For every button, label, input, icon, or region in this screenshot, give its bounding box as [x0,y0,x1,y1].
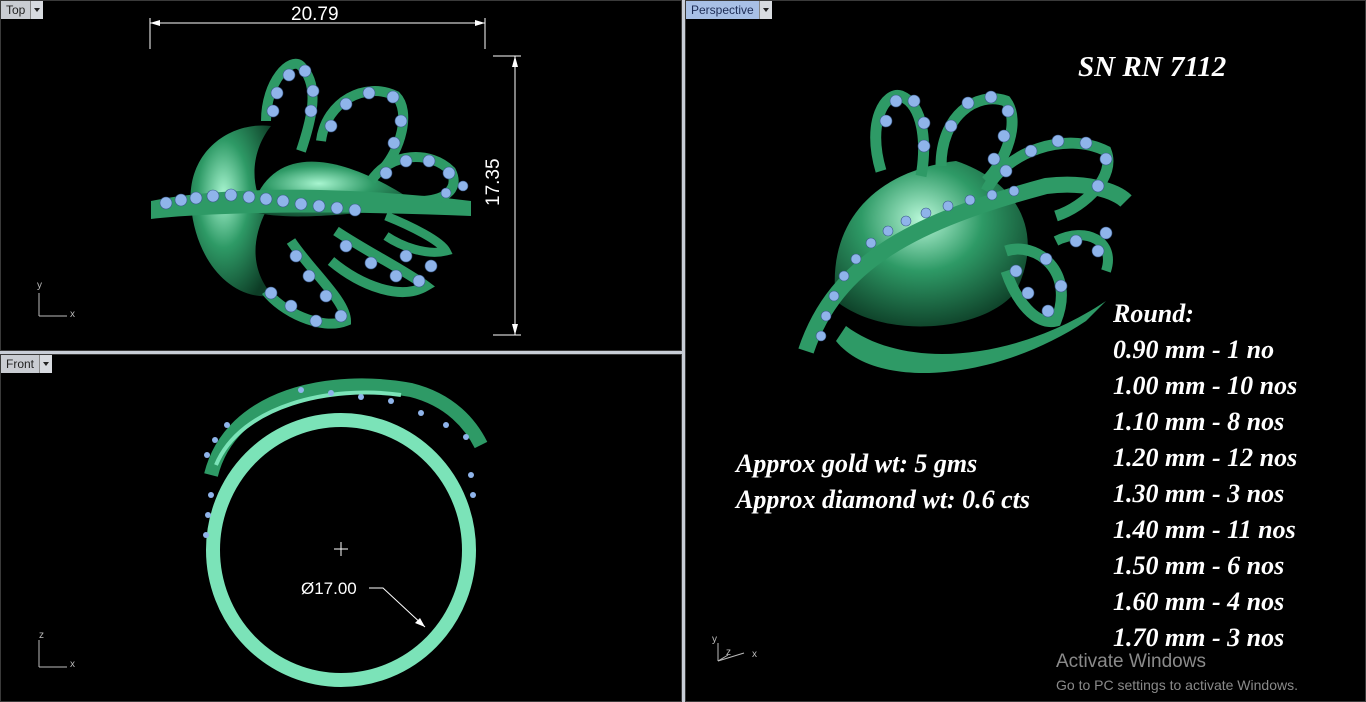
top-viewport[interactable]: Top 20.79 17.35 y x [0,0,682,351]
top-axis-x-label: x [70,309,75,320]
front-axis-z-label: z [39,630,44,641]
activation-watermark-subtitle: Go to PC settings to activate Windows. [1056,677,1298,693]
front-view-ring-drawing [38,378,488,687]
top-viewport-label[interactable]: Top [1,1,31,19]
model-serial-title: SN RN 7112 [1078,51,1227,83]
persp-axis-y-label: y [712,634,717,645]
diameter-dimension-label: Ø17.00 [301,579,357,598]
top-axis-y-label: y [37,280,42,291]
front-viewport[interactable]: Front Ø17.00 z x [0,354,682,702]
stone-size-item: 1.40 mm - 11 nos [1113,515,1296,544]
front-viewport-label[interactable]: Front [1,355,40,373]
stone-size-item: 1.10 mm - 8 nos [1113,407,1285,436]
stone-size-item: 1.50 mm - 6 nos [1113,551,1285,580]
persp-axis-x-label: x [752,649,757,660]
width-dimension-label: 20.79 [291,4,339,25]
perspective-viewport-dropdown-icon[interactable] [758,1,772,19]
activation-watermark-title: Activate Windows [1056,651,1206,672]
perspective-viewport-tab[interactable]: Perspective [686,1,772,19]
perspective-viewport[interactable]: Perspective SN RN 7112 Approx gold wt: 5… [685,0,1366,702]
gold-weight-note: Approx gold wt: 5 gms [736,449,978,478]
front-viewport-dropdown-icon[interactable] [39,355,53,373]
persp-axis-z-label: z [726,647,731,658]
diamond-weight-note: Approx diamond wt: 0.6 cts [736,485,1030,514]
perspective-viewport-label[interactable]: Perspective [686,1,759,19]
stones-heading: Round: [1113,299,1194,328]
stone-size-item: 1.30 mm - 3 nos [1113,479,1285,508]
top-view-ring-drawing [38,18,521,336]
front-axis-x-label: x [70,659,75,670]
top-viewport-dropdown-icon[interactable] [30,1,44,19]
stone-size-item: 1.20 mm - 12 nos [1113,443,1298,472]
top-viewport-tab[interactable]: Top [1,1,44,19]
height-dimension-label: 17.35 [483,158,504,206]
stone-size-item: 1.60 mm - 4 nos [1113,587,1285,616]
front-viewport-tab[interactable]: Front [1,355,53,373]
stone-size-item: 1.00 mm - 10 nos [1113,371,1298,400]
stone-size-item: 0.90 mm - 1 no [1113,335,1275,364]
